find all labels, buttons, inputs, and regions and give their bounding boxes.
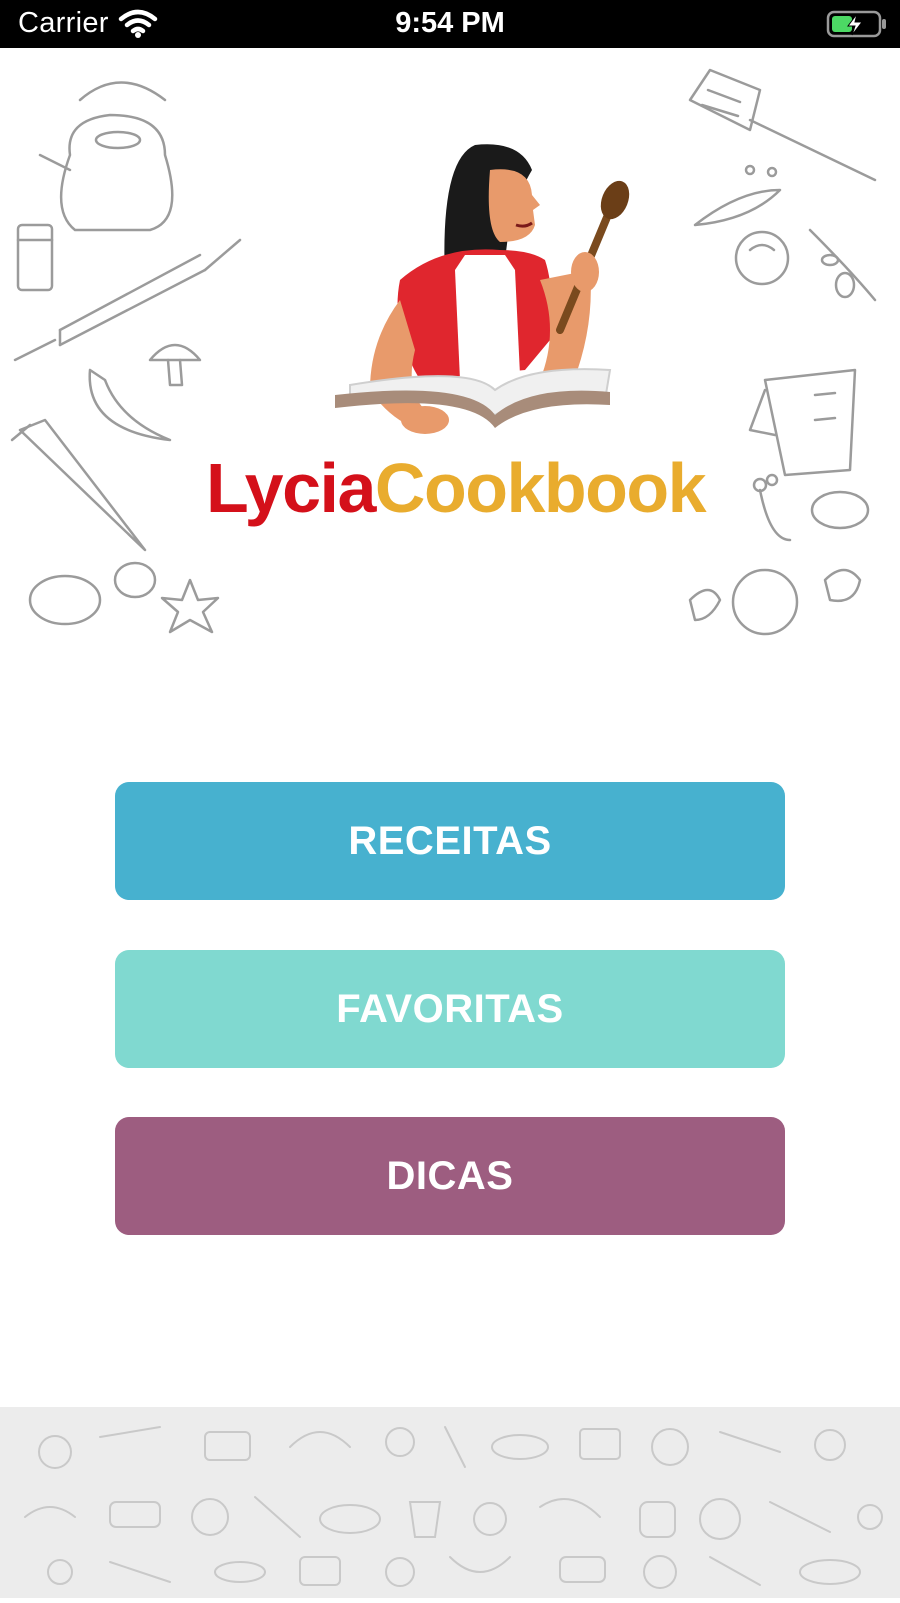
- brand-wordmark: LyciaCookbook: [206, 448, 766, 528]
- wooden-spoon: [556, 180, 630, 334]
- dicas-button[interactable]: DICAS: [115, 1117, 785, 1235]
- battery-charging-icon: [826, 10, 886, 38]
- apron-shape: [455, 255, 520, 380]
- favoritas-button[interactable]: FAVORITAS: [115, 950, 785, 1068]
- piping-bag-icon: [10, 418, 147, 552]
- garlic-icon: [688, 568, 862, 622]
- olive-branch-icon: [808, 228, 877, 302]
- dicas-button-label: DICAS: [386, 1153, 514, 1198]
- clock: 9:54 PM: [395, 7, 505, 39]
- mushroom-icon: [148, 343, 202, 387]
- receitas-button-label: RECEITAS: [348, 818, 552, 863]
- star-anise-icon: [160, 578, 220, 634]
- receitas-button[interactable]: RECEITAS: [115, 782, 785, 900]
- brand-part-cookbook: Cookbook: [374, 449, 707, 527]
- chili-pepper-icon: [88, 368, 172, 442]
- footer-kitchen-pattern: [0, 1407, 900, 1598]
- favoritas-button-label: FAVORITAS: [336, 986, 564, 1031]
- face-shape: [488, 169, 540, 242]
- spice-jar-icon: [16, 223, 54, 292]
- brand-part-lycia: Lycia: [206, 449, 376, 527]
- kettle-icon: [38, 81, 174, 232]
- potato-icon: [28, 561, 157, 626]
- status-bar: Carrier 9:54 PM: [0, 0, 900, 48]
- kitchen-pattern: [24, 1426, 883, 1589]
